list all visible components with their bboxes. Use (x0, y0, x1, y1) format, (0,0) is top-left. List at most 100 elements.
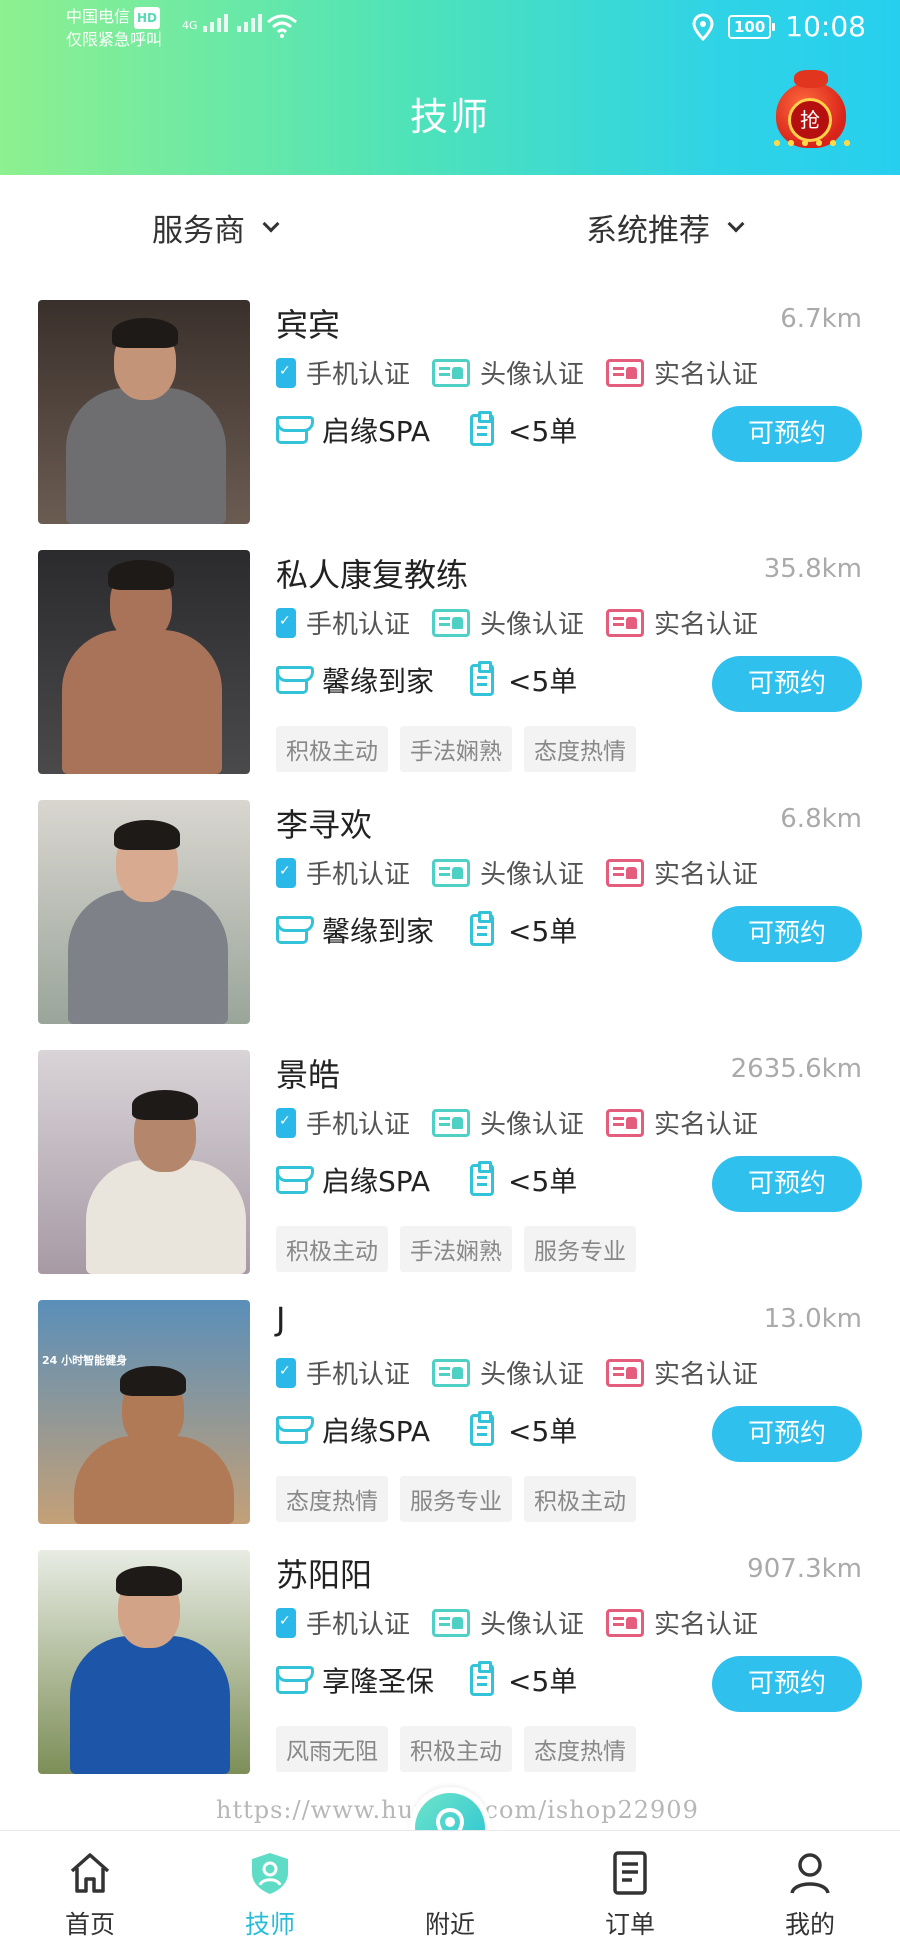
coins-decoration (770, 136, 852, 154)
shop-info: 馨缘到家 (276, 910, 470, 950)
certifications: 手机认证 头像认证 实名认证 (276, 354, 758, 391)
photo-sign-text: 24 小时智能健身 (42, 1354, 128, 1367)
technician-card[interactable]: 苏阳阳 907.3km 手机认证 头像认证 实名认证 享隆圣保 <5单 可预约 … (0, 1540, 900, 1790)
tab-mine-label: 我的 (784, 1910, 835, 1939)
tab-technician-label: 技师 (244, 1910, 295, 1939)
clipboard-icon (470, 1161, 494, 1196)
clock: 10:08 (785, 10, 866, 43)
carrier-name: 中国电信 (66, 7, 131, 26)
cert-realname: 实名认证 (606, 854, 758, 891)
cert-phone: 手机认证 (276, 354, 410, 391)
filter-bar: 服务商 系统推荐 (0, 195, 900, 265)
cert-avatar-label: 头像认证 (480, 1610, 585, 1640)
cert-phone: 手机认证 (276, 604, 410, 641)
certifications: 手机认证 头像认证 实名认证 (276, 1104, 758, 1141)
chevron-down-icon (262, 215, 280, 232)
technician-photo[interactable] (38, 1050, 250, 1274)
book-button[interactable]: 可预约 (712, 656, 862, 712)
cert-avatar: 头像认证 (432, 1104, 584, 1141)
certifications: 手机认证 头像认证 实名认证 (276, 604, 758, 641)
cert-phone: 手机认证 (276, 854, 410, 891)
skill-tags: 风雨无阻 积极主动 态度热情 (276, 1726, 636, 1772)
shop-name: 启缘SPA (322, 415, 431, 448)
book-button[interactable]: 可预约 (712, 1406, 862, 1462)
tab-home[interactable]: 首页 (0, 1831, 180, 1950)
location-icon (692, 12, 714, 41)
home-icon (70, 1853, 110, 1893)
order-count-text: <5单 (508, 1165, 578, 1198)
cert-realname: 实名认证 (606, 354, 758, 391)
phone-verified-icon (276, 607, 296, 638)
distance-text: 2635.6km (730, 1054, 862, 1084)
id-card-icon (432, 608, 471, 637)
book-button[interactable]: 可预约 (712, 406, 862, 462)
tab-orders[interactable]: 订单 (540, 1831, 720, 1950)
id-card-icon (432, 858, 471, 887)
skill-tag: 积极主动 (400, 1726, 512, 1772)
app-header: 中国电信 HD 仅限紧急呼叫 4G 100 10:08 技师 抢 (0, 0, 900, 175)
cert-phone-label: 手机认证 (306, 860, 411, 890)
technician-photo[interactable] (38, 300, 250, 524)
certifications: 手机认证 头像认证 实名认证 (276, 1354, 758, 1391)
clipboard-icon (470, 411, 494, 446)
distance-text: 6.7km (780, 304, 862, 334)
skill-tag: 风雨无阻 (276, 1726, 388, 1772)
provider-filter[interactable]: 服务商 (152, 205, 280, 250)
shop-row: 启缘SPA <5单 (276, 1410, 577, 1450)
technician-card[interactable]: 私人康复教练 35.8km 手机认证 头像认证 实名认证 馨缘到家 <5单 可预… (0, 540, 900, 790)
tab-nearby-label: 附近 (424, 1910, 475, 1939)
skill-tag: 积极主动 (276, 726, 388, 772)
book-button[interactable]: 可预约 (712, 1656, 862, 1712)
cert-realname: 实名认证 (606, 1104, 758, 1141)
grab-bag-button[interactable]: 抢 (770, 70, 852, 154)
skill-tag: 积极主动 (276, 1226, 388, 1272)
cert-avatar: 头像认证 (432, 854, 584, 891)
order-count: <5单 (470, 910, 577, 950)
technician-name: 苏阳阳 (276, 1556, 373, 1594)
id-card-icon (432, 358, 471, 387)
realname-card-icon (606, 1108, 645, 1137)
provider-filter-label: 服务商 (152, 213, 245, 249)
id-card-icon (432, 1608, 471, 1637)
cert-realname-label: 实名认证 (654, 1610, 759, 1640)
shop-name: 享隆圣保 (322, 1665, 435, 1698)
technician-name: J (276, 1300, 286, 1338)
order-count: <5单 (470, 1410, 577, 1450)
technician-card[interactable]: 李寻欢 6.8km 手机认证 头像认证 实名认证 馨缘到家 <5单 可预约 (0, 790, 900, 1040)
technician-photo[interactable]: 24 小时智能健身 (38, 1300, 250, 1524)
cert-realname-label: 实名认证 (654, 1110, 759, 1140)
cert-realname: 实名认证 (606, 1354, 758, 1391)
emergency-text: 仅限紧急呼叫 (66, 30, 163, 49)
skill-tag: 手法娴熟 (400, 1226, 512, 1272)
cert-avatar: 头像认证 (432, 1354, 584, 1391)
page-title: 技师 (409, 95, 490, 139)
skill-tag: 服务专业 (400, 1476, 512, 1522)
technician-card[interactable]: 景皓 2635.6km 手机认证 头像认证 实名认证 启缘SPA <5单 可预约… (0, 1040, 900, 1290)
cert-avatar-label: 头像认证 (480, 860, 585, 890)
technician-card[interactable]: 24 小时智能健身 J 13.0km 手机认证 头像认证 实名认证 启缘SPA … (0, 1290, 900, 1540)
tab-mine[interactable]: 我的 (720, 1831, 900, 1950)
realname-card-icon (606, 1358, 645, 1387)
book-button[interactable]: 可预约 (712, 1156, 862, 1212)
technician-photo[interactable] (38, 800, 250, 1024)
tab-technician[interactable]: 技师 (180, 1831, 360, 1950)
book-button[interactable]: 可预约 (712, 906, 862, 962)
cert-phone-label: 手机认证 (306, 1610, 411, 1640)
cert-avatar-label: 头像认证 (480, 360, 585, 390)
phone-verified-icon (276, 357, 296, 388)
orders-document-icon (613, 1851, 647, 1895)
shop-info: 馨缘到家 (276, 660, 470, 700)
sort-filter[interactable]: 系统推荐 (586, 205, 745, 250)
clipboard-icon (470, 1661, 494, 1696)
skill-tag: 服务专业 (524, 1226, 636, 1272)
id-card-icon (432, 1108, 471, 1137)
technician-card[interactable]: 宾宾 6.7km 手机认证 头像认证 实名认证 启缘SPA <5单 可预约 (0, 290, 900, 540)
skill-tag: 态度热情 (524, 1726, 636, 1772)
order-count: <5单 (470, 660, 577, 700)
clipboard-icon (470, 1411, 494, 1446)
shop-name: 馨缘到家 (322, 665, 435, 698)
technician-photo[interactable] (38, 550, 250, 774)
tab-nearby[interactable]: 附近 (360, 1831, 540, 1950)
technician-photo[interactable] (38, 1550, 250, 1774)
shop-icon (276, 1166, 314, 1194)
